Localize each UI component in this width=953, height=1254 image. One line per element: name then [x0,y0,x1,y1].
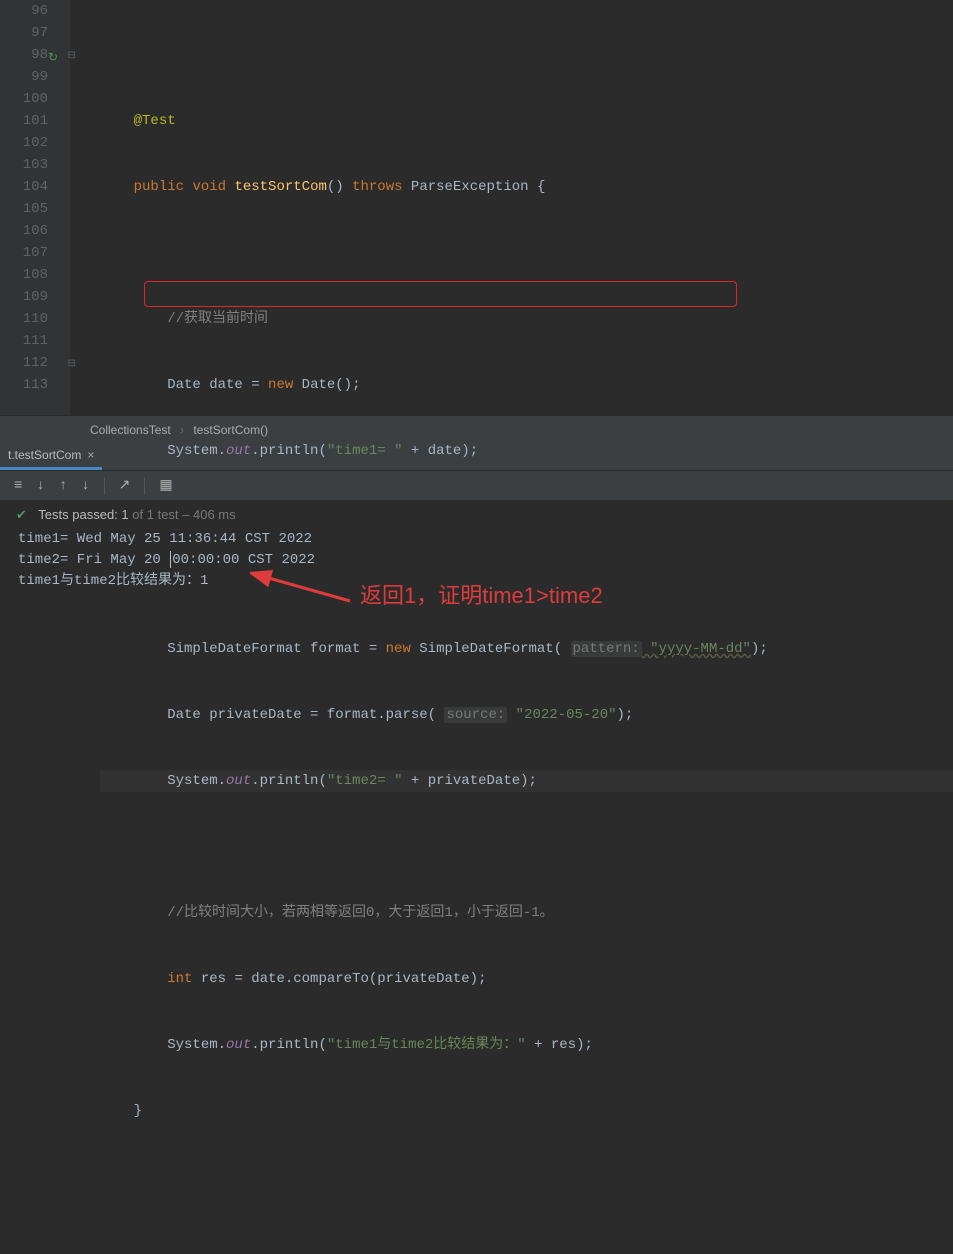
code-token: .println( [251,443,327,459]
comment-token: //获取当前时间 [167,311,268,327]
line-number: 100 [0,88,48,110]
field-token: out [226,1037,251,1053]
keyword-token: new [386,641,411,657]
keyword-token: new [268,377,293,393]
identifier-token: ParseException { [411,179,545,195]
annotation-label: 返回1，证明time1>time2 [360,585,603,606]
down-icon[interactable]: ↓ [81,478,89,494]
code-text-area[interactable]: @Test public void testSortCom() throws P… [70,0,953,415]
string-token: "time1与time2比较结果为：" [327,1037,526,1053]
code-token: + res); [526,1037,593,1053]
close-icon[interactable]: × [87,448,94,462]
console-text: time2= Fri May 20 [18,552,169,568]
line-number: 105 [0,198,48,220]
line-number: 101 [0,110,48,132]
code-token: SimpleDateFormat( [411,641,571,657]
code-token: + privateDate); [403,773,537,789]
string-token: "2022-05-20" [507,707,616,723]
annotation-token: @Test [134,113,176,129]
param-hint: source: [444,707,507,723]
line-number: 98 [0,44,48,66]
console-text: 00:00:00 CST 2022 [172,552,315,568]
line-number: 108 [0,264,48,286]
code-editor: 96 97 98 99 100 101 102 103 104 105 106 … [0,0,953,415]
keyword-token: public [134,179,184,195]
line-number: 109 [0,286,48,308]
keyword-token: void [192,179,226,195]
string-token: "time1= " [327,443,403,459]
code-token: Date date = [167,377,268,393]
line-number: 96 [0,0,48,22]
highlight-box-annotation [144,281,737,307]
line-number: 113 [0,374,48,396]
string-token: "yyyy-MM-dd" [642,641,751,657]
line-number: 110 [0,308,48,330]
field-token: out [226,773,251,789]
run-tab[interactable]: t.testSortCom × [0,443,102,470]
line-number: 107 [0,242,48,264]
code-token: System. [167,1037,226,1053]
code-token: ); [617,707,634,723]
line-number: 104 [0,176,48,198]
string-token: "time2= " [327,773,403,789]
console-output[interactable]: time1= Wed May 25 11:36:44 CST 2022 time… [0,529,953,592]
line-number: 103 [0,154,48,176]
run-gutter-icon[interactable]: ↻ [48,47,58,69]
code-token: + date); [403,443,479,459]
line-number: 97 [0,22,48,44]
code-token: Date(); [293,377,360,393]
line-number: 111 [0,330,48,352]
code-token: .println( [251,1037,327,1053]
line-number-gutter: 96 97 98 99 100 101 102 103 104 105 106 … [0,0,70,415]
import-icon[interactable]: ↓ [36,478,44,494]
code-token: System. [167,443,226,459]
console-line: time2= Fri May 20 00:00:00 CST 2022 [18,550,953,571]
line-number: 112 [0,352,48,374]
keyword-token: int [167,971,192,987]
comment-token: //比较时间大小，若两相等返回0，大于返回1，小于返回-1。 [167,905,553,921]
code-token: ); [751,641,768,657]
keyword-token: throws [352,179,402,195]
code-token: System. [167,773,226,789]
filter-icon[interactable]: ≡ [14,478,22,494]
export-icon[interactable]: ↑ [59,478,67,494]
console-line: time1= Wed May 25 11:36:44 CST 2022 [18,529,953,550]
tab-label: t.testSortCom [8,448,81,462]
method-name-token: testSortCom [234,179,326,195]
checkmark-icon: ✔ [16,507,27,522]
param-hint: pattern: [571,641,642,657]
code-token: .println( [251,773,327,789]
field-token: out [226,443,251,459]
code-token: res = date.compareTo(privateDate); [192,971,486,987]
code-token: SimpleDateFormat format = [167,641,385,657]
brace-token: } [134,1103,142,1119]
code-token: Date privateDate = format.parse( [167,707,444,723]
line-number: 106 [0,220,48,242]
line-number: 102 [0,132,48,154]
line-number: 99 [0,66,48,88]
